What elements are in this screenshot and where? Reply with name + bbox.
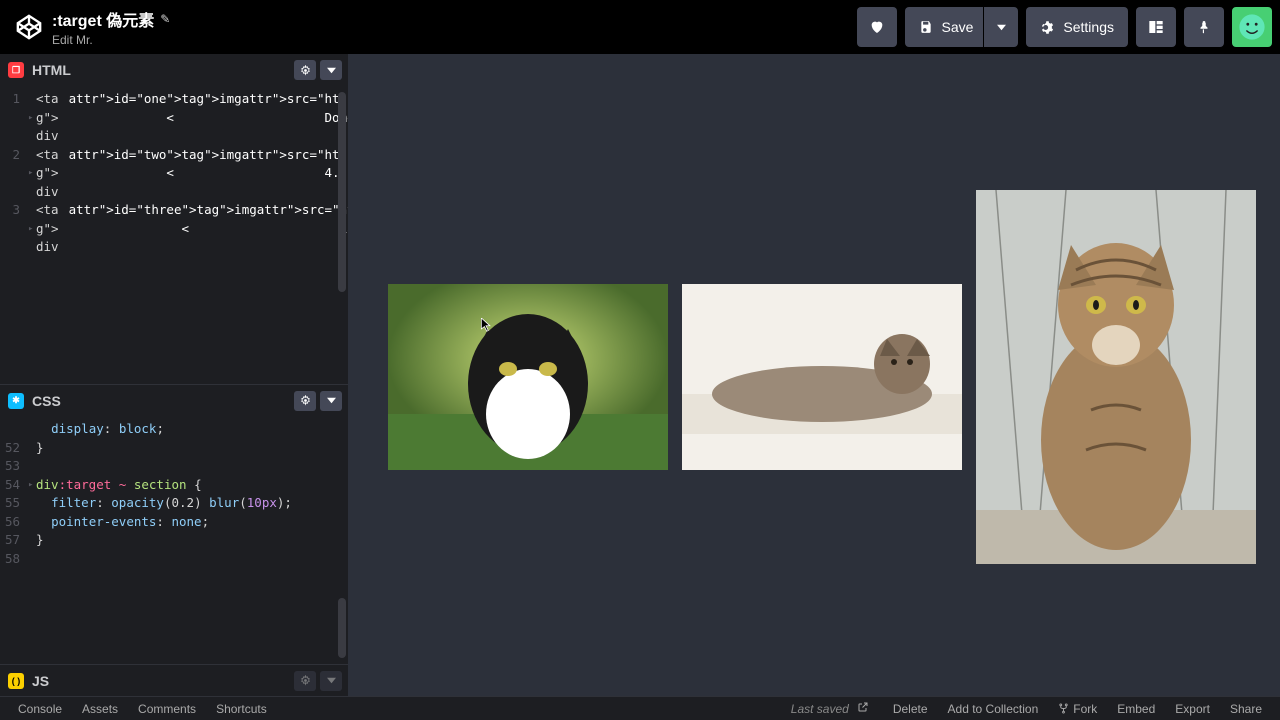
- cursor-icon: [481, 318, 491, 332]
- editor-column: ❐ HTML 1▸<tag">div attr">id="one"><tag">…: [0, 54, 348, 700]
- preview-image-one[interactable]: [388, 284, 668, 470]
- js-collapse-button[interactable]: [320, 671, 342, 691]
- css-editor[interactable]: display: block;52}5354▸div:target ~ sect…: [0, 416, 348, 664]
- css-settings-button[interactable]: [294, 391, 316, 411]
- footer-delete[interactable]: Delete: [883, 702, 938, 716]
- layout-button[interactable]: [1136, 7, 1176, 47]
- scrollbar[interactable]: [338, 598, 346, 658]
- settings-label: Settings: [1063, 19, 1114, 35]
- footer-assets[interactable]: Assets: [72, 702, 128, 716]
- open-external-icon[interactable]: [857, 701, 869, 716]
- js-panel-header: ( ) JS: [0, 664, 348, 696]
- footer-console[interactable]: Console: [8, 702, 72, 716]
- save-dropdown[interactable]: [984, 7, 1018, 47]
- html-panel-header: ❐ HTML: [0, 54, 348, 86]
- html-badge-icon: ❐: [8, 62, 24, 78]
- heart-button[interactable]: [857, 7, 897, 47]
- footer-share[interactable]: Share: [1220, 702, 1272, 716]
- main-area: ❐ HTML 1▸<tag">div attr">id="one"><tag">…: [0, 54, 1280, 700]
- js-settings-button[interactable]: [294, 671, 316, 691]
- footer-embed[interactable]: Embed: [1107, 702, 1165, 716]
- scrollbar[interactable]: [338, 92, 346, 292]
- last-saved-label: Last saved: [791, 702, 849, 716]
- js-panel-title: JS: [32, 673, 49, 689]
- preview-image-two[interactable]: [682, 284, 962, 470]
- footer-comments[interactable]: Comments: [128, 702, 206, 716]
- css-collapse-button[interactable]: [320, 391, 342, 411]
- pin-button[interactable]: [1184, 7, 1224, 47]
- js-badge-icon: ( ): [8, 673, 24, 689]
- save-label: Save: [941, 19, 973, 35]
- preview-image-three[interactable]: [976, 190, 1256, 564]
- title-area: :target 偽元素 ✎ Edit Mr.: [52, 7, 170, 47]
- footer-add-to-collection[interactable]: Add to Collection: [938, 702, 1049, 716]
- codepen-logo-icon[interactable]: [16, 14, 42, 40]
- footer-fork[interactable]: Fork: [1048, 702, 1107, 716]
- edit-title-icon[interactable]: ✎: [160, 12, 170, 26]
- html-editor[interactable]: 1▸<tag">div attr">id="one"><tag">img att…: [0, 86, 348, 384]
- footer-export[interactable]: Export: [1165, 702, 1220, 716]
- preview-pane: [348, 54, 1280, 700]
- html-collapse-button[interactable]: [320, 60, 342, 80]
- css-panel-title: CSS: [32, 393, 61, 409]
- css-badge-icon: ✱: [8, 393, 24, 409]
- author[interactable]: Edit Mr.: [52, 33, 170, 47]
- html-panel-title: HTML: [32, 62, 71, 78]
- footer: ConsoleAssetsCommentsShortcuts Last save…: [0, 696, 1280, 720]
- settings-button[interactable]: Settings: [1026, 7, 1128, 47]
- pen-title[interactable]: :target 偽元素: [52, 7, 154, 31]
- html-settings-button[interactable]: [294, 60, 316, 80]
- avatar[interactable]: [1232, 7, 1272, 47]
- footer-shortcuts[interactable]: Shortcuts: [206, 702, 277, 716]
- css-panel-header: ✱ CSS: [0, 384, 348, 416]
- save-button[interactable]: Save: [905, 7, 983, 47]
- gallery: [388, 190, 1256, 564]
- header: :target 偽元素 ✎ Edit Mr. Save Settings: [0, 0, 1280, 54]
